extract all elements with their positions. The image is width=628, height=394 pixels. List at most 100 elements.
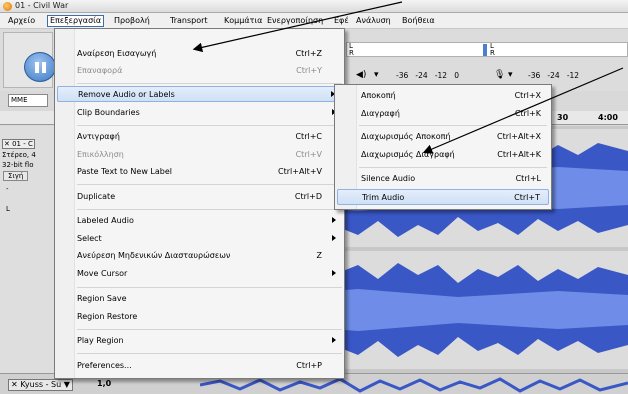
submenu-item-shortcut: Ctrl+Alt+K [497,150,541,159]
menu-item-paste[interactable]: Επικόλληση Ctrl+V [57,147,342,163]
bottom-waveform [200,377,628,393]
menu-item-label: Ανεύρεση Μηδενικών Διασταυρώσεων [77,251,231,260]
scale-tick: -24 [547,71,560,80]
menu-edit[interactable]: Επεξεργασία [47,15,105,27]
menu-item-move-cursor[interactable]: Move Cursor [57,266,342,282]
menu-item-copy[interactable]: Αντιγραφή Ctrl+C [57,129,342,145]
submenu-item-label: Αποκοπή [361,91,396,100]
menu-item-shortcut: Z [316,251,322,260]
meter-scale-2: -36 -24 -12 [528,71,579,80]
pause-button[interactable] [24,52,56,82]
menu-generate[interactable]: Ενεργοποίηση [265,15,325,27]
track-name[interactable]: ✕ 01 - C [2,139,35,149]
menu-item-shortcut: Ctrl+Z [295,49,322,58]
title-bar: 01 - Civil War [0,0,628,13]
window-title: 01 - Civil War [15,1,69,10]
menu-view[interactable]: Προβολή [112,15,152,27]
track-info-format: Στέρεο, 4 [2,151,36,159]
menu-separator [77,329,342,330]
microphone-icon[interactable]: 🎙 [494,70,505,80]
menu-tracks[interactable]: Κομμάτια [222,15,264,27]
submenu-item-label: Διαχωρισμός Αποκοπή [361,132,451,141]
pan-slider[interactable]: L [6,205,10,213]
menu-item-clip-boundaries[interactable]: Clip Boundaries [57,105,342,121]
menu-separator [77,353,342,354]
menu-item-label: Αντιγραφή [77,132,120,141]
scale-tick: -24 [415,71,428,80]
menu-help[interactable]: Βοήθεια [400,15,437,27]
meter-right-label: R [349,49,354,57]
menu-item-shortcut: Ctrl+P [296,361,322,370]
menu-file[interactable]: Αρχείο [6,15,37,27]
menu-item-select[interactable]: Select [57,231,342,247]
menu-transport[interactable]: Transport [168,15,210,27]
track-control-panel: ✕ 01 - C Στέρεο, 4 32-bit flo Σιγή - L [0,126,58,373]
menu-item-remove-audio[interactable]: Remove Audio or Labels [57,86,342,102]
menu-item-zero-crossings[interactable]: Ανεύρεση Μηδενικών Διασταυρώσεων Z [57,248,342,264]
bottom-track-label: Kyuss - Su [20,380,62,389]
timeline-tick: 30 [557,113,569,122]
menu-item-paste-text[interactable]: Paste Text to New Label Ctrl+Alt+V [57,164,342,180]
submenu-item-label: Silence Audio [361,174,416,183]
submenu-item-split-delete[interactable]: Διαχωρισμός Διαγραφή Ctrl+Alt+K [337,147,549,163]
chevron-down-icon-2[interactable]: ▾ [508,70,513,80]
submenu-item-label: Διαγραφή [361,109,400,118]
menu-item-shortcut: Ctrl+Y [296,66,322,75]
bottom-track-name[interactable]: ✕ Kyuss - Su ▼ [8,379,73,391]
bottom-rate: 1,0 [97,379,112,388]
menu-item-shortcut: Ctrl+V [295,150,322,159]
menu-effect[interactable]: Εφέ [332,15,351,27]
menu-item-undo[interactable]: Αναίρεση Εισαγωγή Ctrl+Z [57,46,342,62]
scale-tick: -36 [396,71,409,80]
menu-item-preferences[interactable]: Preferences... Ctrl+P [57,358,342,374]
menu-item-region-restore[interactable]: Region Restore [57,309,342,325]
record-meter[interactable]: L R L R [346,42,628,57]
menu-item-label: Move Cursor [77,269,128,278]
menu-item-label: Clip Boundaries [77,108,140,117]
meter-right-label-2: R [490,49,495,57]
menu-item-play-region[interactable]: Play Region [57,333,342,349]
submenu-item-shortcut: Ctrl+T [514,193,540,202]
menu-item-label: Επικόλληση [77,150,124,159]
mute-button[interactable]: Σιγή [3,171,29,181]
submenu-item-cut[interactable]: Αποκοπή Ctrl+X [337,88,549,104]
menu-analyze[interactable]: Ανάλυση [354,15,393,27]
meter-peak-marker [483,44,487,56]
menu-item-redo[interactable]: Επαναφορά Ctrl+Y [57,63,342,79]
menu-item-shortcut: Ctrl+C [295,132,322,141]
submenu-item-shortcut: Ctrl+X [514,91,541,100]
scale-tick: -36 [528,71,541,80]
menu-item-label: Αναίρεση Εισαγωγή [77,49,157,58]
menu-item-shortcut: Ctrl+D [294,192,322,201]
submenu-item-label: Trim Audio [362,193,405,202]
menu-item-label: Select [77,234,102,243]
chevron-down-icon[interactable]: ▾ [374,70,379,80]
audacity-icon [3,2,12,11]
menu-separator [77,287,342,288]
remove-audio-submenu: Αποκοπή Ctrl+X Διαγραφή Ctrl+K Διαχωρισμ… [334,84,552,210]
menu-item-label: Επαναφορά [77,66,123,75]
submenu-arrow-icon [332,217,336,223]
menu-separator [77,184,342,185]
menu-item-label: Remove Audio or Labels [78,90,175,99]
menu-item-label: Labeled Audio [77,216,134,225]
gain-slider[interactable]: - [6,185,9,193]
scale-tick: -12 [434,71,448,80]
track-name-label: 01 - C [12,140,33,148]
menu-item-label: Play Region [77,336,124,345]
submenu-item-shortcut: Ctrl+Alt+X [497,132,541,141]
submenu-item-split-cut[interactable]: Διαχωρισμός Αποκοπή Ctrl+Alt+X [337,129,549,145]
submenu-item-label: Διαχωρισμός Διαγραφή [361,150,455,159]
menu-item-label: Region Save [77,294,127,303]
submenu-item-trim-audio[interactable]: Trim Audio Ctrl+T [337,189,549,205]
submenu-arrow-icon [332,235,336,241]
menu-item-region-save[interactable]: Region Save [57,291,342,307]
speaker-icon[interactable]: ◀) [356,70,366,80]
menu-item-duplicate[interactable]: Duplicate Ctrl+D [57,189,342,205]
submenu-item-shortcut: Ctrl+L [515,174,541,183]
menu-item-labeled-audio[interactable]: Labeled Audio [57,213,342,229]
submenu-item-delete[interactable]: Διαγραφή Ctrl+K [337,106,549,122]
audio-host-select[interactable]: MME [8,94,48,107]
menu-item-label: Duplicate [77,192,116,201]
submenu-item-silence-audio[interactable]: Silence Audio Ctrl+L [337,171,549,187]
